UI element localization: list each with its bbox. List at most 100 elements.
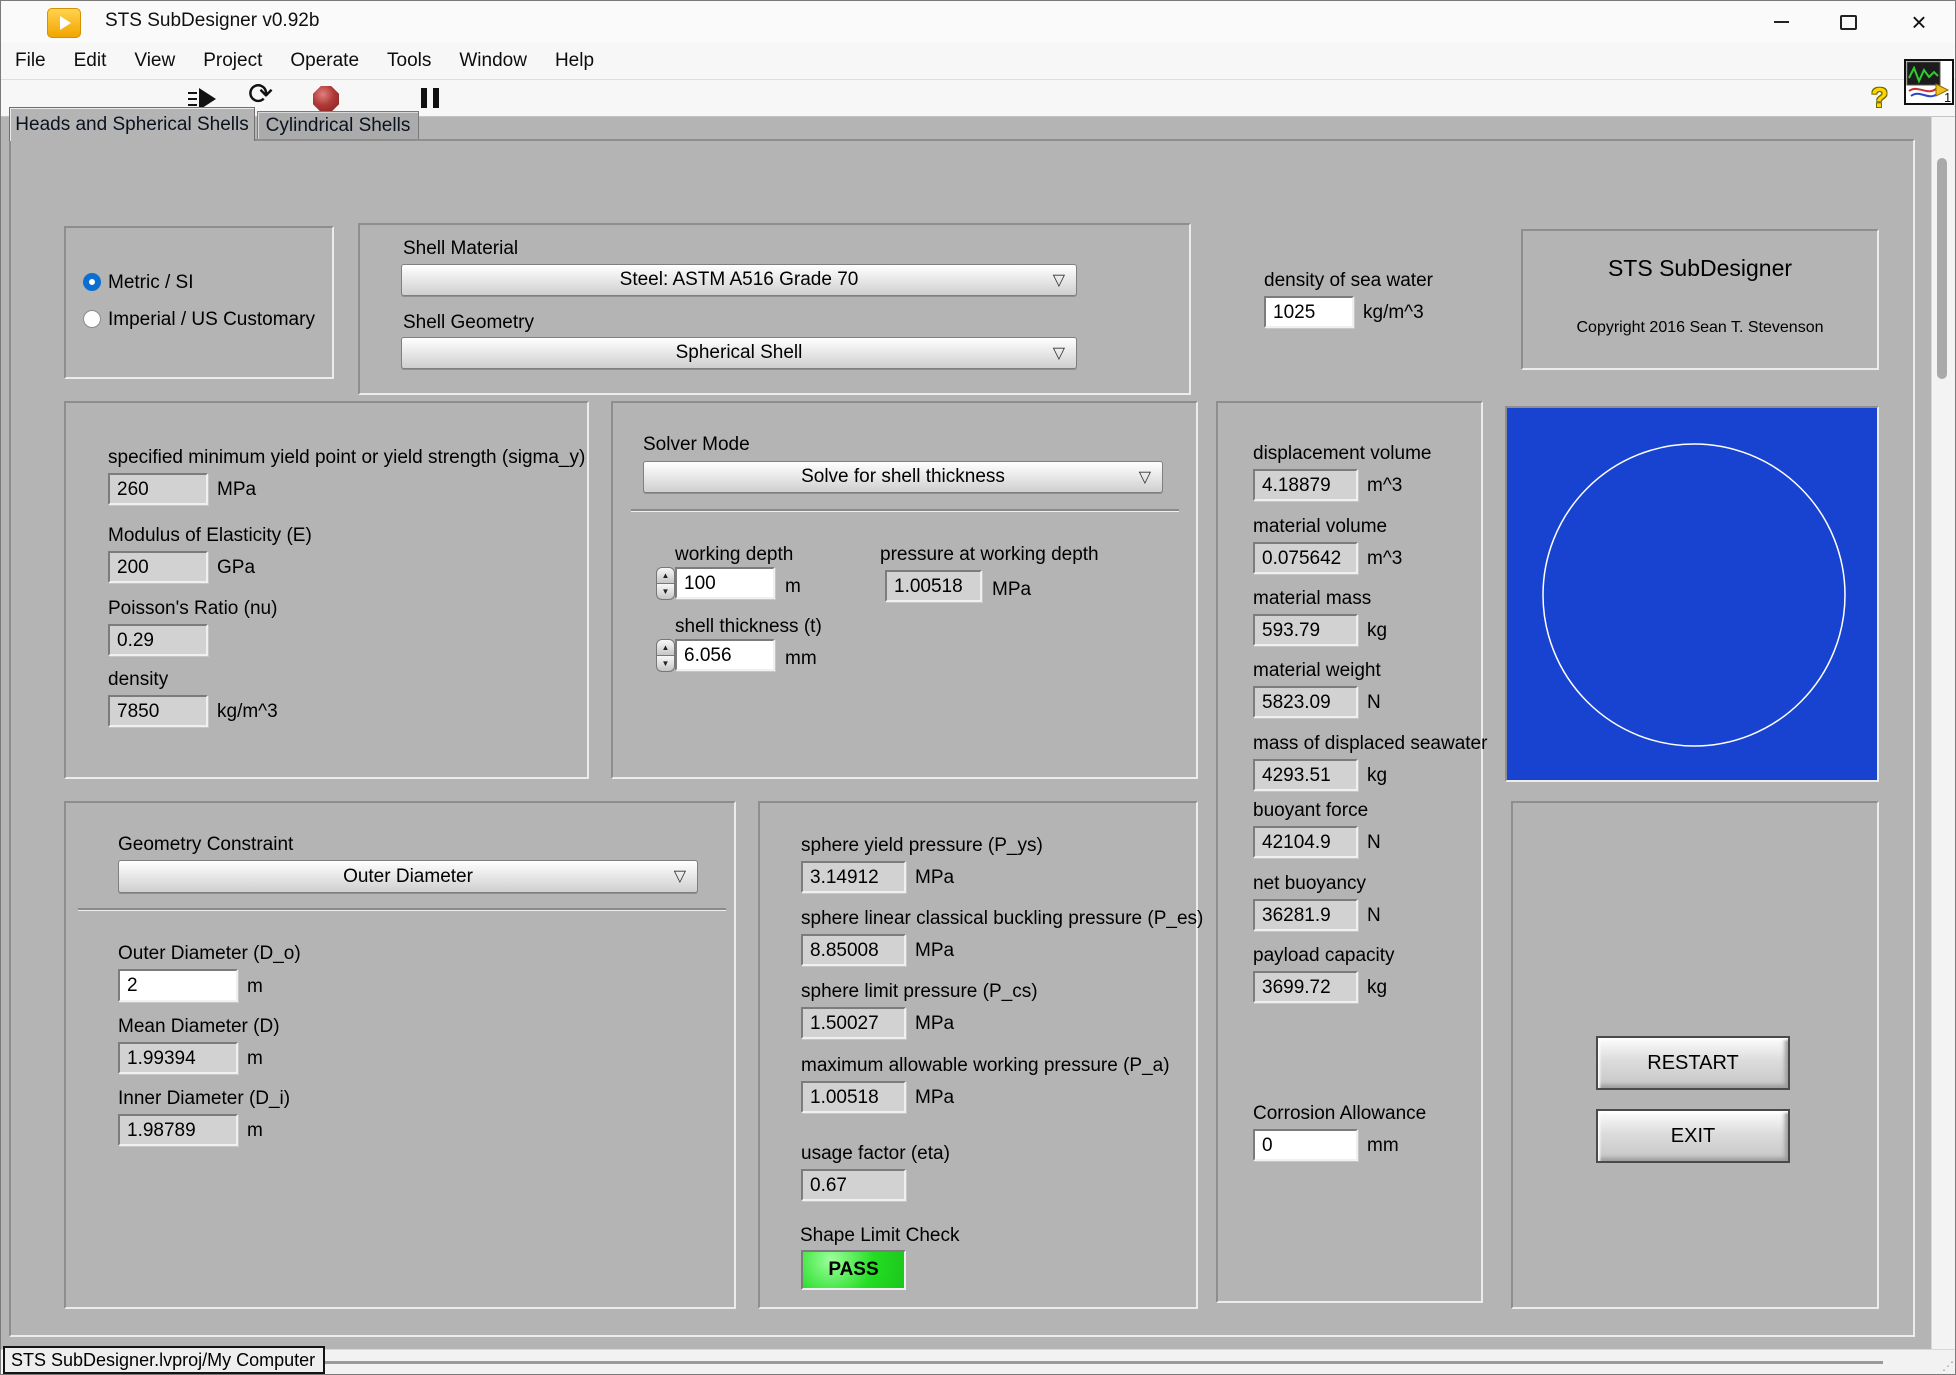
poisson-indicator: 0.29 xyxy=(108,624,208,656)
working-depth-unit: m xyxy=(785,576,801,598)
maximize-icon xyxy=(1840,15,1857,30)
payload-capacity-label: payload capacity xyxy=(1253,945,1395,967)
solver-mode-dropdown[interactable]: Solve for shell thickness ▽ xyxy=(643,461,1163,493)
usage-factor-indicator: 0.67 xyxy=(801,1169,906,1201)
pressure-at-depth-indicator: 1.00518 xyxy=(885,570,982,602)
tab-cylindrical[interactable]: Cylindrical Shells xyxy=(257,111,419,139)
modulus-indicator: 200 xyxy=(108,551,208,583)
menu-tools[interactable]: Tools xyxy=(373,50,445,72)
labview-app-icon xyxy=(47,8,81,38)
yield-strength-label: specified minimum yield point or yield s… xyxy=(108,447,585,469)
vertical-scrollbar-thumb[interactable] xyxy=(1937,158,1947,379)
pressure-at-depth-label: pressure at working depth xyxy=(880,544,1099,566)
close-button[interactable]: × xyxy=(1890,1,1948,43)
minimize-button[interactable] xyxy=(1752,1,1810,43)
sphere-yield-pressure-label: sphere yield pressure (P_ys) xyxy=(801,835,1043,857)
divider xyxy=(631,509,1179,512)
vi-icon-box: 1 xyxy=(1904,59,1954,105)
shell-material-label: Shell Material xyxy=(403,238,518,260)
resize-grip-icon[interactable]: ⋰ xyxy=(1942,1359,1954,1373)
maximize-button[interactable] xyxy=(1819,1,1877,43)
play-triangle-icon xyxy=(60,16,71,30)
shell-panel: Shell Material Steel: ASTM A516 Grade 70… xyxy=(358,223,1191,395)
max-working-pressure-label: maximum allowable working pressure (P_a) xyxy=(801,1055,1170,1077)
window-title: STS SubDesigner v0.92b xyxy=(105,10,319,32)
sphere-limit-pressure-label: sphere limit pressure (P_cs) xyxy=(801,981,1038,1003)
increment-icon[interactable]: ▲ xyxy=(656,639,675,656)
shell-thickness-unit: mm xyxy=(785,648,817,670)
pause-icon[interactable] xyxy=(421,88,445,113)
max-working-pressure-indicator: 1.00518 xyxy=(801,1081,906,1113)
corrosion-allowance-label: Corrosion Allowance xyxy=(1253,1103,1426,1125)
sphere-buckling-pressure-label: sphere linear classical buckling pressur… xyxy=(801,908,1203,930)
menu-window[interactable]: Window xyxy=(445,50,541,72)
imperial-radio-label: Imperial / US Customary xyxy=(108,309,315,331)
menu-view[interactable]: View xyxy=(120,50,189,72)
material-properties-panel: specified minimum yield point or yield s… xyxy=(64,401,589,779)
mean-diameter-label: Mean Diameter (D) xyxy=(118,1016,280,1038)
horizontal-scrollbar-thumb[interactable] xyxy=(288,1361,1883,1364)
pressure-at-depth-unit: MPa xyxy=(992,579,1031,601)
decrement-icon[interactable]: ▼ xyxy=(656,584,675,600)
geometry-constraint-dropdown[interactable]: Outer Diameter ▽ xyxy=(118,860,698,893)
about-title: STS SubDesigner xyxy=(1523,255,1877,282)
divider xyxy=(78,908,726,911)
shell-material-dropdown[interactable]: Steel: ASTM A516 Grade 70 ▽ xyxy=(401,264,1077,296)
geometry-constraint-label: Geometry Constraint xyxy=(118,834,293,856)
geometry-panel: Geometry Constraint Outer Diameter ▽ Out… xyxy=(64,801,736,1309)
displaced-seawater-label: mass of displaced seawater xyxy=(1253,733,1487,755)
shape-limit-check-label: Shape Limit Check xyxy=(800,1225,959,1247)
corrosion-allowance-input[interactable]: 0 xyxy=(1253,1129,1358,1161)
shell-geometry-dropdown[interactable]: Spherical Shell ▽ xyxy=(401,337,1077,369)
metric-radio-label: Metric / SI xyxy=(108,272,194,294)
abort-stop-icon[interactable] xyxy=(313,86,339,112)
net-buoyancy-label: net buoyancy xyxy=(1253,873,1381,895)
working-depth-input[interactable]: 100 xyxy=(675,567,775,599)
about-panel: STS SubDesigner Copyright 2016 Sean T. S… xyxy=(1521,229,1879,370)
displacement-volume-label: displacement volume xyxy=(1253,443,1431,465)
exit-button[interactable]: EXIT xyxy=(1596,1109,1790,1163)
sea-water-density-label: density of sea water xyxy=(1264,270,1433,292)
decrement-icon[interactable]: ▼ xyxy=(656,656,675,672)
menu-file[interactable]: File xyxy=(1,50,60,72)
increment-icon[interactable]: ▲ xyxy=(656,567,675,584)
inner-diameter-indicator: 1.98789 xyxy=(118,1114,238,1146)
menu-project[interactable]: Project xyxy=(189,50,276,72)
usage-factor-label: usage factor (eta) xyxy=(801,1143,950,1165)
density-indicator: 7850 xyxy=(108,695,208,727)
sea-water-density-group: density of sea water 1025 kg/m^3 xyxy=(1264,270,1433,328)
sphere-limit-pressure-indicator: 1.50027 xyxy=(801,1007,906,1039)
menu-help[interactable]: Help xyxy=(541,50,608,72)
restart-button[interactable]: RESTART xyxy=(1596,1036,1790,1090)
shape-limit-check-led: PASS xyxy=(801,1250,906,1290)
working-depth-label: working depth xyxy=(675,544,793,566)
modulus-label: Modulus of Elasticity (E) xyxy=(108,525,312,547)
shell-thickness-input[interactable]: 6.056 xyxy=(675,639,775,671)
outer-diameter-input[interactable]: 2 xyxy=(118,969,238,1002)
project-context-label: STS SubDesigner.lvproj/My Computer xyxy=(3,1346,325,1374)
actions-panel: RESTART EXIT xyxy=(1511,801,1879,1309)
sea-water-density-input[interactable]: 1025 xyxy=(1264,296,1354,328)
menu-operate[interactable]: Operate xyxy=(276,50,373,72)
tab-heads-spherical[interactable]: Heads and Spherical Shells xyxy=(9,107,255,141)
dropdown-arrow-icon: ▽ xyxy=(1139,467,1151,487)
material-mass-indicator: 593.79 xyxy=(1253,614,1358,646)
imperial-radio[interactable] xyxy=(83,310,101,328)
menu-edit[interactable]: Edit xyxy=(60,50,121,72)
material-weight-indicator: 5823.09 xyxy=(1253,686,1358,718)
material-volume-label: material volume xyxy=(1253,516,1402,538)
help-icon[interactable]: ? xyxy=(1871,82,1888,114)
metric-radio[interactable] xyxy=(83,273,101,291)
solver-mode-label: Solver Mode xyxy=(643,434,750,456)
material-volume-indicator: 0.075642 xyxy=(1253,542,1358,574)
net-buoyancy-indicator: 36281.9 xyxy=(1253,899,1358,931)
dropdown-arrow-icon: ▽ xyxy=(674,866,686,886)
inner-diameter-label: Inner Diameter (D_i) xyxy=(118,1088,290,1110)
sphere-yield-pressure-indicator: 3.14912 xyxy=(801,861,906,893)
pressures-panel: sphere yield pressure (P_ys) 3.14912MPa … xyxy=(758,801,1198,1309)
shell-thickness-spinner: ▲ ▼ xyxy=(656,639,675,672)
material-weight-label: material weight xyxy=(1253,660,1381,682)
units-panel: Metric / SI Imperial / US Customary xyxy=(64,226,334,379)
results-panel: displacement volume 4.18879m^3 material … xyxy=(1216,401,1483,1303)
vi-count-badge: 1 xyxy=(1944,90,1951,103)
